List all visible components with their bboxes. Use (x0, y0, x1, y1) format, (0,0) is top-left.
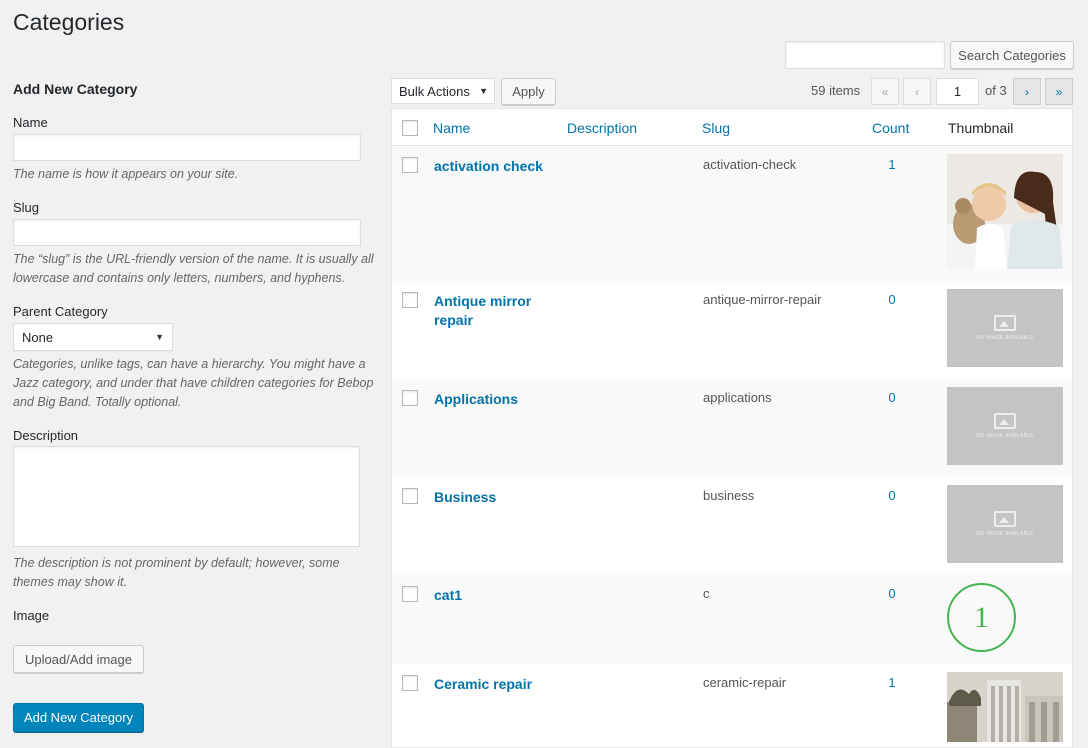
column-count[interactable]: Count (872, 120, 909, 136)
row-checkbox[interactable] (402, 157, 418, 173)
table-row: Business business 0 NO IMAGE AVAILABLE (392, 477, 1072, 575)
thumbnail-circle: 1 (947, 583, 1063, 652)
row-checkbox[interactable] (402, 292, 418, 308)
thumbnail-photo (947, 154, 1063, 272)
page-title: Categories (13, 9, 125, 35)
parent-category-value: None (22, 329, 54, 345)
name-help: The name is how it appears on your site. (13, 167, 239, 181)
thumbnail-image (947, 154, 1063, 269)
category-count-link[interactable]: 1 (872, 675, 912, 690)
apply-button[interactable]: Apply (501, 78, 556, 105)
current-page-input[interactable]: 1 (936, 78, 979, 105)
column-thumbnail: Thumbnail (948, 120, 1014, 136)
category-name-link[interactable]: Ceramic repair (434, 675, 554, 694)
category-name-link[interactable]: Antique mirror repair (434, 292, 554, 330)
description-help: The description is not prominent by defa… (13, 556, 340, 589)
search-categories-button[interactable]: Search Categories (950, 41, 1074, 69)
table-row: cat1 c 0 1 (392, 575, 1072, 664)
category-slug: activation-check (703, 157, 797, 172)
image-icon (994, 315, 1016, 331)
category-name-link[interactable]: Applications (434, 390, 554, 409)
thumbnail-no-image: NO IMAGE AVAILABLE (947, 289, 1063, 367)
table-row: Applications applications 0 NO IMAGE AVA… (392, 379, 1072, 477)
category-count-link[interactable]: 0 (872, 488, 912, 503)
no-image-text: NO IMAGE AVAILABLE (976, 335, 1034, 341)
image-label: Image (13, 608, 50, 623)
category-slug: c (703, 586, 710, 601)
column-slug[interactable]: Slug (702, 120, 730, 136)
thumbnail-photo (947, 672, 1063, 745)
upload-image-button[interactable]: Upload/Add image (13, 645, 144, 673)
items-count: 59 items (811, 83, 861, 98)
category-count-link[interactable]: 0 (872, 586, 912, 601)
row-checkbox[interactable] (402, 488, 418, 504)
column-description[interactable]: Description (567, 120, 637, 136)
category-slug: business (703, 488, 755, 503)
total-pages: of 3 (985, 83, 1007, 98)
column-name[interactable]: Name (433, 120, 470, 136)
thumbnail-no-image: NO IMAGE AVAILABLE (947, 485, 1063, 563)
row-checkbox[interactable] (402, 675, 418, 691)
thumbnail-no-image: NO IMAGE AVAILABLE (947, 387, 1063, 465)
thumbnail-image (947, 672, 1063, 742)
row-checkbox[interactable] (402, 390, 418, 406)
category-name-link[interactable]: activation check (434, 157, 554, 176)
bulk-actions-value: Bulk Actions (399, 83, 470, 99)
parent-category-select[interactable]: None ▼ (13, 323, 173, 351)
category-name-link[interactable]: Business (434, 488, 554, 507)
no-image-text: NO IMAGE AVAILABLE (976, 433, 1034, 439)
table-header: Name Description Slug Count Thumbnail (392, 109, 1072, 146)
chevron-down-icon: ▼ (155, 332, 164, 342)
table-row: Antique mirror repair antique-mirror-rep… (392, 281, 1072, 379)
search-input[interactable] (785, 41, 945, 69)
slug-label: Slug (13, 200, 40, 215)
image-icon (994, 413, 1016, 429)
no-image-text: NO IMAGE AVAILABLE (976, 531, 1034, 537)
table-row: Ceramic repair ceramic-repair 1 (392, 664, 1072, 747)
bulk-actions-select[interactable]: Bulk Actions ▼ (391, 78, 495, 104)
description-label: Description (13, 428, 79, 443)
slug-help: The “slug” is the URL-friendly version o… (13, 252, 374, 285)
name-input[interactable] (13, 134, 361, 161)
first-page-button: « (871, 78, 899, 105)
category-slug: ceramic-repair (703, 675, 787, 690)
category-name-link[interactable]: cat1 (434, 586, 554, 605)
category-slug: antique-mirror-repair (703, 292, 822, 307)
category-count-link[interactable]: 0 (872, 390, 912, 405)
category-count-link[interactable]: 1 (872, 157, 912, 172)
next-page-button[interactable]: › (1013, 78, 1041, 105)
select-all-checkbox[interactable] (402, 120, 418, 136)
add-category-heading: Add New Category (13, 81, 138, 97)
add-new-category-button[interactable]: Add New Category (13, 703, 144, 732)
chevron-down-icon: ▼ (479, 86, 488, 96)
slug-input[interactable] (13, 219, 361, 246)
parent-category-help: Categories, unlike tags, can have a hier… (13, 357, 374, 409)
image-icon (994, 511, 1016, 527)
circle-number-badge: 1 (947, 583, 1016, 652)
category-count-link[interactable]: 0 (872, 292, 912, 307)
category-slug: applications (703, 390, 772, 405)
last-page-button[interactable]: » (1045, 78, 1073, 105)
categories-table: Name Description Slug Count Thumbnail ac… (391, 108, 1073, 748)
parent-category-label: Parent Category (13, 304, 108, 319)
row-checkbox[interactable] (402, 586, 418, 602)
table-row: activation check activation-check 1 (392, 146, 1072, 281)
description-textarea[interactable] (13, 446, 360, 547)
prev-page-button: ‹ (903, 78, 931, 105)
name-label: Name (13, 115, 48, 130)
